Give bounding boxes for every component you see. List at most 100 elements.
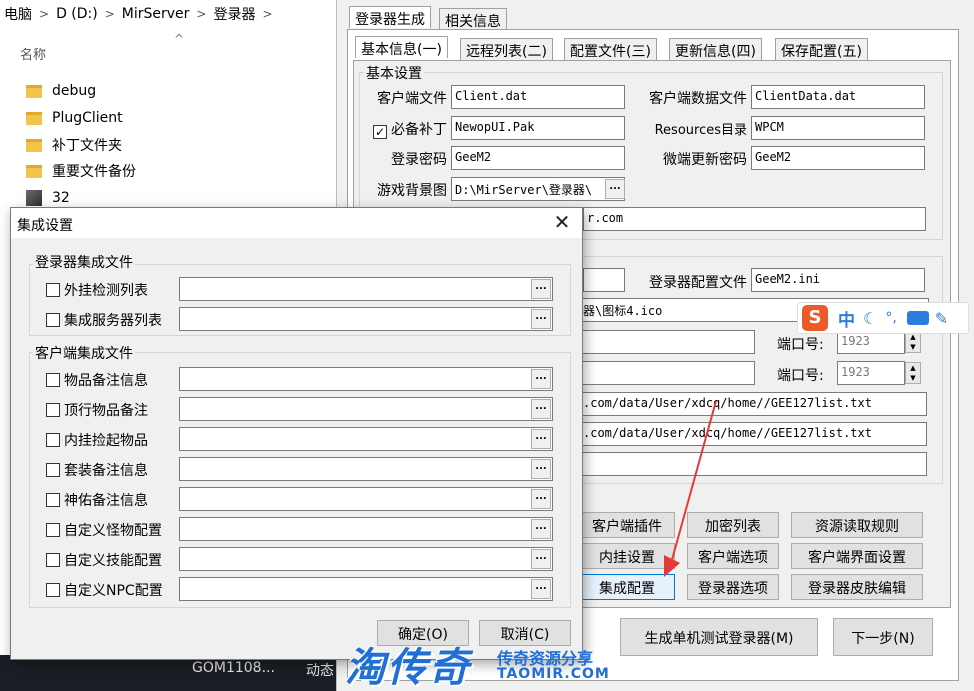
file-path-input[interactable] — [179, 427, 553, 451]
checkbox-row[interactable]: 外挂检测列表 — [46, 277, 148, 303]
partial-input[interactable] — [583, 268, 625, 292]
file-path-input[interactable] — [179, 457, 553, 481]
checkbox-row[interactable]: 自定义NPC配置 — [46, 577, 163, 603]
list-item[interactable]: PlugClient — [26, 105, 123, 131]
next-step-button[interactable]: 下一步(N) — [833, 618, 933, 656]
list-item[interactable]: debug — [26, 78, 96, 104]
checkbox-row[interactable]: 集成服务器列表 — [46, 307, 162, 333]
checkbox[interactable] — [46, 463, 60, 477]
checkbox-row[interactable]: 神佑备注信息 — [46, 487, 148, 513]
checkbox[interactable] — [46, 373, 60, 387]
tab-save-config[interactable]: 保存配置(五) — [775, 38, 868, 60]
browse-button[interactable]: ... — [531, 279, 551, 299]
tab-config-file[interactable]: 配置文件(三) — [564, 38, 657, 60]
breadcrumb-item[interactable]: MirServer — [118, 6, 194, 22]
port-spinner-1[interactable]: ▲ ▼ — [905, 331, 921, 353]
keyboard-icon[interactable] — [906, 311, 929, 325]
browse-button[interactable]: ... — [531, 459, 551, 479]
browse-button[interactable]: ... — [531, 369, 551, 389]
taskbar-app-label[interactable]: 动态 — [306, 660, 334, 680]
micro-update-password-input[interactable]: GeeM2 — [751, 146, 925, 170]
checkbox[interactable] — [46, 553, 60, 567]
checkbox[interactable] — [46, 493, 60, 507]
breadcrumb-item[interactable]: 登录器 — [209, 4, 259, 24]
file-path-input[interactable] — [179, 397, 553, 421]
list-url-input-1[interactable]: .com/data/User/xdcq/home//GEE127list.txt — [579, 392, 927, 416]
client-data-input[interactable]: ClientData.dat — [751, 85, 925, 109]
close-icon[interactable]: ✕ — [549, 210, 575, 236]
login-skin-editor-button[interactable]: 登录器皮肤编辑 — [791, 574, 923, 600]
column-header-name[interactable]: 名称 — [20, 44, 46, 63]
checkbox-row[interactable]: 顶行物品备注 — [46, 397, 148, 423]
file-path-input[interactable] — [179, 487, 553, 511]
background-image-input[interactable]: D:\MirServer\登录器\ — [451, 177, 625, 201]
tab-basic-info[interactable]: 基本信息(一) — [355, 36, 448, 58]
file-path-input[interactable] — [179, 277, 553, 301]
tab-login-generator[interactable]: 登录器生成 — [349, 6, 431, 28]
browse-button[interactable]: ... — [531, 309, 551, 329]
tab-related-info[interactable]: 相关信息 — [439, 8, 507, 30]
dialog-titlebar[interactable] — [11, 208, 582, 238]
url-input[interactable]: r.com — [583, 207, 926, 231]
breadcrumb-item[interactable]: 电脑 — [0, 4, 36, 24]
list-item[interactable]: 补丁文件夹 — [26, 132, 122, 158]
login-password-input[interactable]: GeeM2 — [451, 146, 625, 170]
file-path-input[interactable] — [179, 367, 553, 391]
ime-toolbar[interactable]: S 中 ☾ °, ✎ — [797, 302, 969, 334]
punctuation-icon[interactable]: °, — [885, 310, 896, 326]
browse-button[interactable]: ... — [531, 549, 551, 569]
checkbox[interactable] — [46, 403, 60, 417]
wrench-icon[interactable]: ✎ — [935, 309, 948, 328]
checkbox[interactable] — [46, 313, 60, 327]
checkbox[interactable] — [46, 283, 60, 297]
sogou-logo-icon[interactable]: S — [802, 305, 828, 331]
folder-icon — [26, 164, 42, 178]
checkbox-row[interactable]: 自定义怪物配置 — [46, 517, 162, 543]
checkbox-row[interactable]: 套装备注信息 — [46, 457, 148, 483]
file-path-input[interactable] — [179, 547, 553, 571]
port-spinner-2[interactable]: ▲ ▼ — [905, 362, 921, 384]
breadcrumb-item[interactable]: D (D:) — [52, 6, 102, 22]
resources-input[interactable]: WPCM — [751, 116, 925, 140]
login-config-file-input[interactable]: GeeM2.ini — [751, 268, 925, 292]
checkbox-row[interactable]: 内挂捡起物品 — [46, 427, 148, 453]
list-url-input-2[interactable]: .com/data/User/xdcq/home//GEE127list.txt — [579, 422, 927, 446]
checkbox-label: 自定义技能配置 — [64, 553, 162, 569]
port-input-2[interactable]: 1923 — [837, 361, 905, 385]
patch-checkbox[interactable]: ✓ — [373, 125, 387, 139]
file-path-input[interactable] — [179, 307, 553, 331]
checkbox[interactable] — [46, 523, 60, 537]
browse-button[interactable]: ... — [531, 519, 551, 539]
checkbox-label: 物品备注信息 — [64, 373, 148, 389]
file-path-input[interactable] — [179, 577, 553, 601]
checkbox[interactable] — [46, 583, 60, 597]
browse-button[interactable]: ... — [531, 579, 551, 599]
server-address-input-2[interactable] — [579, 361, 755, 385]
dialog-title: 集成设置 — [17, 218, 73, 234]
checkbox-label: 自定义NPC配置 — [64, 583, 163, 599]
taskbar-app-label[interactable]: GOM1108... — [192, 660, 275, 676]
browse-button[interactable]: ... — [531, 489, 551, 509]
generate-test-login-button[interactable]: 生成单机测试登录器(M) — [620, 618, 818, 656]
tab-update-info[interactable]: 更新信息(四) — [669, 38, 762, 60]
patch-input[interactable]: NewopUI.Pak — [451, 116, 625, 140]
client-file-input[interactable]: Client.dat — [451, 85, 625, 109]
cancel-button[interactable]: 取消(C) — [479, 620, 571, 646]
browse-button[interactable]: ... — [605, 179, 625, 199]
moon-icon[interactable]: ☾ — [863, 309, 877, 328]
server-address-input-1[interactable] — [579, 330, 755, 354]
tab-remote-list[interactable]: 远程列表(二) — [460, 38, 553, 60]
ime-mode-toggle[interactable]: 中 — [838, 306, 855, 331]
patch-checkbox-row[interactable]: ✓ 必备补丁 — [365, 119, 447, 139]
file-path-input[interactable] — [179, 517, 553, 541]
resource-read-rule-button[interactable]: 资源读取规则 — [791, 512, 923, 538]
list-item[interactable]: 重要文件备份 — [26, 158, 136, 184]
extra-input[interactable] — [579, 452, 927, 476]
client-ui-settings-button[interactable]: 客户端界面设置 — [791, 543, 923, 569]
browse-button[interactable]: ... — [531, 399, 551, 419]
watermark-url: TAOMIR.COM — [497, 666, 610, 682]
checkbox-row[interactable]: 自定义技能配置 — [46, 547, 162, 573]
browse-button[interactable]: ... — [531, 429, 551, 449]
checkbox-row[interactable]: 物品备注信息 — [46, 367, 148, 393]
checkbox[interactable] — [46, 433, 60, 447]
